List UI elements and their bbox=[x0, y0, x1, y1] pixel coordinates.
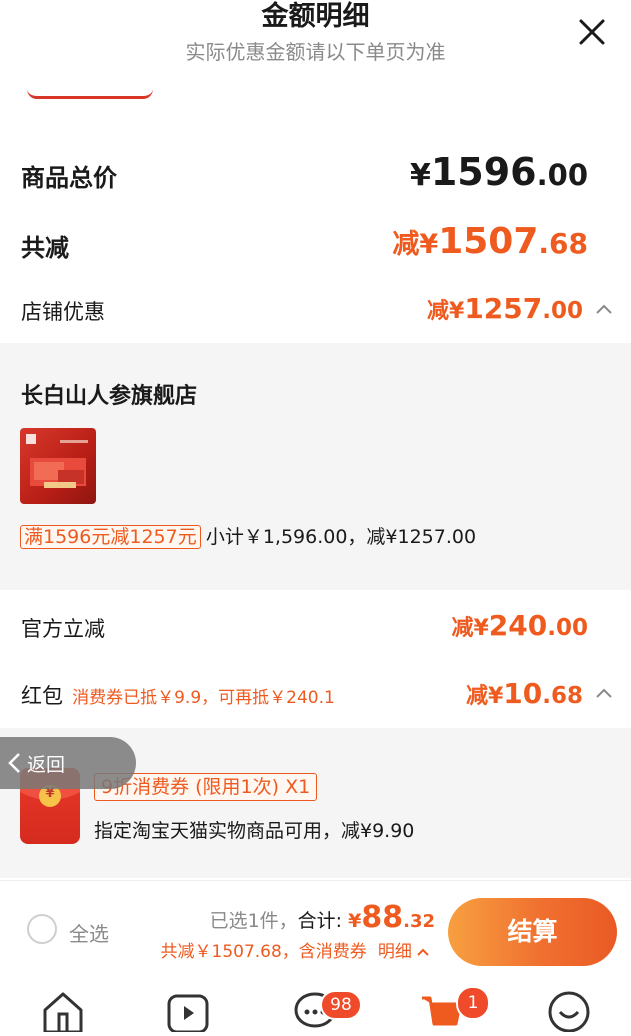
back-label: 返回 bbox=[27, 754, 66, 776]
chevron-left-icon bbox=[8, 753, 20, 773]
chevron-up-icon[interactable] bbox=[417, 947, 429, 957]
back-button[interactable]: 返回 bbox=[0, 737, 136, 789]
bottom-total-int: 88 bbox=[361, 900, 404, 935]
message-badge: 98 bbox=[320, 990, 362, 1020]
scroll-remnant-divider bbox=[27, 86, 153, 99]
close-icon[interactable] bbox=[576, 16, 608, 48]
redpacket-dec: .68 bbox=[542, 683, 583, 709]
product-thumbnail[interactable] bbox=[20, 428, 96, 504]
promo-tag: 满1596元减1257元 bbox=[20, 525, 201, 549]
total-reduce-amount: 减¥1507.68 bbox=[392, 221, 588, 262]
redpacket-int: 10 bbox=[503, 677, 543, 710]
subtotal-text: 小计￥1,596.00，减¥1257.00 bbox=[205, 526, 477, 548]
total-reduce-dec: .68 bbox=[538, 227, 588, 260]
currency-symbol: ¥ bbox=[409, 158, 431, 193]
profile-icon[interactable] bbox=[547, 988, 591, 1033]
total-reduce-label: 共减 bbox=[21, 234, 69, 262]
chevron-up-icon[interactable] bbox=[595, 301, 613, 319]
official-prefix: 减¥ bbox=[451, 616, 489, 641]
store-discount-dec: .00 bbox=[542, 298, 583, 324]
bottom-reduce-note: 共减￥1507.68，含消费券 bbox=[160, 942, 367, 962]
store-discount-label: 店铺优惠 bbox=[21, 300, 105, 324]
redpacket-label: 红包 bbox=[21, 684, 63, 708]
total-price-amount: ¥1596.00 bbox=[410, 150, 588, 194]
store-discount-int: 1257 bbox=[464, 292, 543, 325]
store-discount-prefix: 减¥ bbox=[427, 299, 465, 324]
bottom-total-label: 合计: bbox=[297, 910, 349, 932]
bottom-currency: ¥ bbox=[348, 910, 362, 932]
detail-link[interactable]: 明细 bbox=[378, 942, 412, 962]
total-reduce-int: 1507 bbox=[438, 221, 539, 262]
official-int: 240 bbox=[488, 609, 548, 642]
coupon-description: 指定淘宝天猫实物商品可用，减¥9.90 bbox=[94, 820, 415, 842]
page-subtitle: 实际优惠金额请以下单页为准 bbox=[185, 40, 446, 64]
cart-badge: 1 bbox=[456, 986, 490, 1020]
page-title: 金额明细 bbox=[261, 1, 370, 32]
reduce-prefix: 减¥ bbox=[392, 229, 439, 260]
checkout-button[interactable]: 结算 bbox=[448, 898, 617, 966]
store-discount-amount: 减¥1257.00 bbox=[427, 292, 583, 325]
official-discount-amount: 减¥240.00 bbox=[451, 609, 588, 642]
redpacket-amount: 减¥10.68 bbox=[466, 677, 583, 710]
total-price-label: 商品总价 bbox=[21, 164, 117, 192]
official-discount-label: 官方立减 bbox=[21, 617, 105, 641]
reduce-note-line: 共减￥1507.68，含消费券 明细 bbox=[161, 937, 430, 962]
total-line: 已选1件，合计: ¥88.32 bbox=[210, 900, 435, 935]
bottom-tabbar: 98 1 bbox=[0, 982, 631, 1034]
redpacket-row: 红包 消费券已抵￥9.9，可再抵￥240.1 bbox=[21, 680, 335, 710]
total-price-dec: .00 bbox=[536, 158, 588, 192]
redpacket-prefix: 减¥ bbox=[465, 684, 504, 709]
redpacket-note: 消费券已抵￥9.9，可再抵￥240.1 bbox=[72, 688, 335, 708]
home-icon[interactable] bbox=[41, 988, 85, 1034]
promo-line: 满1596元减1257元 小计￥1,596.00，减¥1257.00 bbox=[20, 522, 476, 550]
select-all-checkbox[interactable] bbox=[27, 914, 57, 944]
total-price-int: 1596 bbox=[430, 150, 537, 194]
selected-count: 已选1件， bbox=[209, 910, 298, 932]
store-name: 长白山人参旗舰店 bbox=[21, 384, 198, 409]
select-all-label[interactable]: 全选 bbox=[69, 918, 109, 947]
video-icon[interactable] bbox=[166, 988, 210, 1034]
chevron-up-icon[interactable] bbox=[595, 685, 613, 703]
bottom-total-dec: .32 bbox=[403, 911, 435, 932]
official-dec: .00 bbox=[547, 615, 588, 641]
